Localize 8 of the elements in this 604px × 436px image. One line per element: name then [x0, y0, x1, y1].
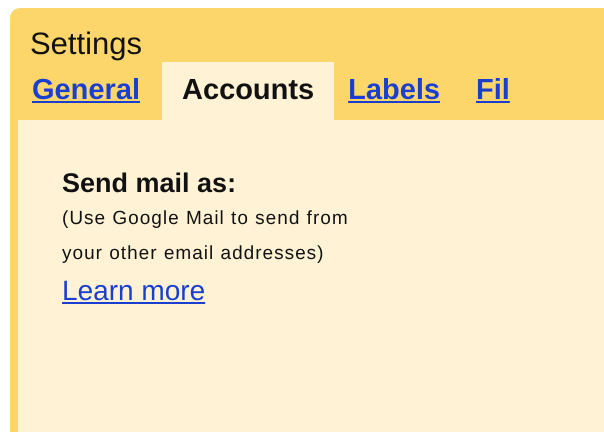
section-description: (Use Google Mail to send from your other email addresses) [62, 207, 350, 266]
section-heading: Send mail as: [62, 168, 238, 199]
tab[interactable]: Labels [334, 62, 462, 120]
tab[interactable]: Accounts [162, 62, 334, 120]
learn-more-link[interactable]: Learn more [62, 275, 206, 307]
window-title: Settings [29, 25, 144, 62]
tab[interactable]: General [18, 62, 162, 120]
tab[interactable]: Fil [462, 62, 532, 120]
